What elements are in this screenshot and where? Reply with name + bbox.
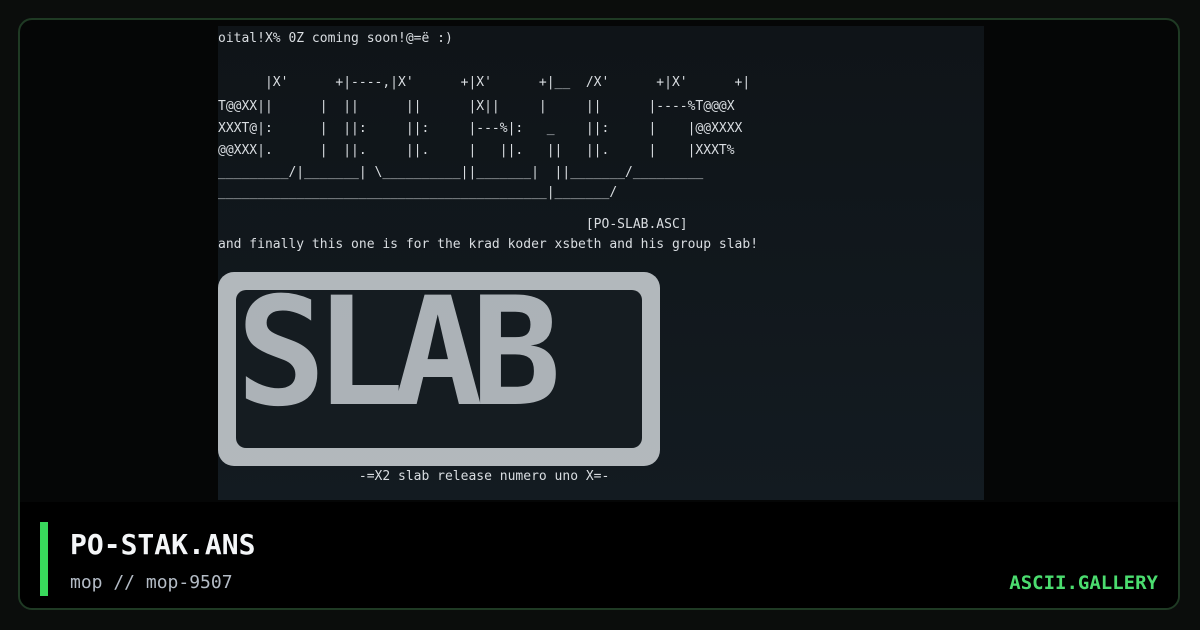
ascii-line: |X' +|----,|X' +|X' +|__ /X' +|X' +| <box>218 75 751 90</box>
site-brand-link[interactable]: ASCII.GALLERY <box>1009 572 1158 594</box>
ascii-line: and finally this one is for the krad kod… <box>218 237 759 252</box>
footer-bar: PO-STAK.ANS mop // mop-9507 ASCII.GALLER… <box>20 502 1178 608</box>
artwork-author: mop // mop-9507 <box>70 572 233 593</box>
ascii-line: oital!X% 0Z coming soon!@=ë :) <box>218 31 453 46</box>
ascii-line: ________________________________________… <box>218 185 618 200</box>
ascii-line: _________/|_______| \__________||_______… <box>218 165 704 180</box>
ascii-line: @@XXX|. | ||. ||. | ||. || ||. | |XXXT% <box>218 143 735 158</box>
ascii-line: XXXT@|: | ||: ||: |---%|: _ ||: | |@@XXX… <box>218 121 743 136</box>
ascii-line: -=X2 slab release numero uno X=- <box>218 469 610 484</box>
ascii-line: [PO-SLAB.ASC] <box>218 217 688 232</box>
slab-logo-text: SLAB <box>236 266 561 440</box>
slab-logo-art: SLAB <box>218 272 660 466</box>
card-frame: oital!X% 0Z coming soon!@=ë :) |X' +|---… <box>18 18 1180 610</box>
ascii-line: T@@XX|| | || || |X|| | || |----%T@@@X <box>218 99 735 114</box>
artwork-title: PO-STAK.ANS <box>70 528 256 561</box>
accent-bar <box>40 522 48 596</box>
ansi-preview-image: oital!X% 0Z coming soon!@=ë :) |X' +|---… <box>218 26 984 500</box>
